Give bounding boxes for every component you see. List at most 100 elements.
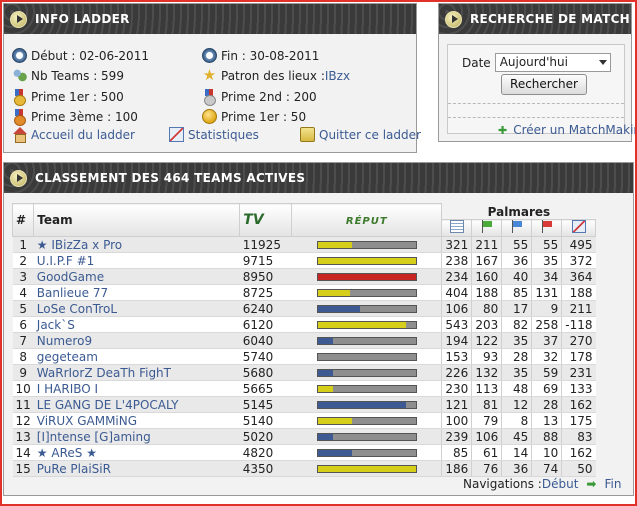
reputation-bar (316, 320, 417, 329)
nav-label: Navigations : (463, 477, 542, 491)
search-header: RECHERCHE DE MATCH (439, 4, 631, 34)
team-link[interactable]: PuRe PlaiSiR (37, 462, 111, 476)
star-icon: ★ (36, 237, 52, 252)
reputation-cell (291, 428, 442, 445)
palmares-cell: 364 (561, 268, 596, 285)
table-row[interactable]: 12 ViRUX GAMMiNG 5140 100 79 8 13 175 (12, 412, 596, 429)
reputation-bar (316, 384, 417, 393)
col-team[interactable]: Team (33, 203, 241, 237)
table-row[interactable]: 9 WaRrIorZ DeaTh FighT 5680 226 132 35 59 231 (12, 364, 596, 381)
col-tv[interactable]: TV (239, 203, 293, 237)
clock-icon (12, 48, 27, 63)
table-row[interactable]: 2 U.I.P.F #1 9715 238 167 36 35 372 (12, 252, 596, 269)
patron-link[interactable]: IBzx (325, 69, 350, 83)
team-link[interactable]: GoodGame (37, 270, 104, 284)
team-link[interactable]: ViRUX GAMMiNG (37, 414, 137, 428)
col-matches[interactable] (441, 219, 473, 237)
team-link[interactable]: IBizZa x Pro (51, 238, 122, 252)
table-row[interactable]: 5 LoSe ConTroL 6240 106 80 17 9 211 (12, 300, 596, 317)
medal-bronze-icon (12, 109, 27, 126)
team-cell[interactable]: LE GANG DE L'4POCALY (33, 396, 240, 413)
reputation-bar (316, 288, 417, 297)
table-row[interactable]: 6 Jack`S 6120 543 203 82 258 -118 (12, 316, 596, 333)
team-link[interactable]: U.I.P.F #1 (37, 254, 95, 268)
team-cell[interactable]: Numero9 (33, 332, 240, 349)
nav-fin-link[interactable]: Fin (604, 477, 621, 491)
tv-cell: 8950 (239, 268, 292, 285)
reputation-bar (316, 464, 417, 473)
table-row[interactable]: 8 gegeteam 5740 153 93 28 32 178 (12, 348, 596, 365)
reputation-fill (317, 241, 353, 248)
accueil-link[interactable]: Accueil du ladder (12, 127, 135, 143)
table-row[interactable]: 7 Numero9 6040 194 122 35 37 270 (12, 332, 596, 349)
table-row[interactable]: 1 ★ IBizZa x Pro 11925 321 211 55 55 495 (12, 236, 596, 253)
palmares-cell: 35 (531, 252, 562, 269)
table-row[interactable]: 4 Banlieue 77 8725 404 188 85 131 188 (12, 284, 596, 301)
table-row[interactable]: 15 PuRe PlaiSiR 4350 186 76 36 74 50 (12, 460, 596, 477)
team-cell[interactable]: PuRe PlaiSiR (33, 460, 240, 477)
divider (448, 117, 624, 118)
col-rank[interactable]: # (11, 203, 35, 237)
reputation-cell (291, 412, 442, 429)
team-link[interactable]: gegeteam (37, 350, 98, 364)
col-reputation[interactable]: RÉPUT (291, 203, 443, 237)
statistiques-link[interactable]: Statistiques (169, 127, 259, 142)
tv-cell: 9715 (239, 252, 292, 269)
team-cell[interactable]: ViRUX GAMMiNG (33, 412, 240, 429)
team-cell[interactable]: [I]ntense [G]aming (33, 428, 240, 445)
table-row[interactable]: 13 [I]ntense [G]aming 5020 239 106 45 88 83 (12, 428, 596, 445)
rank-cell: 6 (12, 316, 34, 333)
nav-debut-link[interactable]: Début (542, 477, 579, 491)
team-cell[interactable]: ★ IBizZa x Pro (33, 236, 240, 253)
rechercher-button[interactable]: Rechercher (501, 74, 587, 95)
table-row[interactable]: 14 ★ AReS ★ 4820 85 61 14 10 162 (12, 444, 596, 461)
team-cell[interactable]: ★ AReS ★ (33, 444, 240, 461)
team-link[interactable]: [I]ntense [G]aming (37, 430, 151, 444)
green-flag-icon (480, 220, 494, 233)
col-losses[interactable] (531, 219, 563, 237)
coin-icon (202, 109, 217, 124)
palmares-cell: 48 (501, 380, 532, 397)
team-cell[interactable]: I HARIBO I (33, 380, 240, 397)
team-cell[interactable]: gegeteam (33, 348, 240, 365)
team-link[interactable]: Numero9 (37, 334, 92, 348)
tv-cell: 5665 (239, 380, 292, 397)
team-link[interactable]: Jack`S (37, 318, 75, 332)
col-ratio[interactable] (561, 219, 597, 237)
team-cell[interactable]: WaRrIorZ DeaTh FighT (33, 364, 240, 381)
palmares-cell: 175 (561, 412, 596, 429)
reputation-fill (317, 321, 406, 328)
team-link[interactable]: AReS (51, 446, 82, 460)
team-cell[interactable]: LoSe ConTroL (33, 300, 240, 317)
team-cell[interactable]: Jack`S (33, 316, 240, 333)
palmares-cell: 230 (441, 380, 472, 397)
col-wins[interactable] (471, 219, 503, 237)
quitter-link[interactable]: Quitter ce ladder (300, 127, 421, 142)
team-link[interactable]: LoSe ConTroL (37, 302, 117, 316)
team-link[interactable]: I HARIBO I (37, 382, 98, 396)
palmares-cell: 40 (501, 268, 532, 285)
chevron-down-icon (598, 60, 607, 65)
team-cell[interactable]: Banlieue 77 (33, 284, 240, 301)
tv-cell: 5020 (239, 428, 292, 445)
table-row[interactable]: 10 I HARIBO I 5665 230 113 48 69 133 (12, 380, 596, 397)
date-select[interactable]: Aujourd'hui (494, 53, 611, 72)
team-link[interactable]: Banlieue 77 (37, 286, 108, 300)
team-cell[interactable]: U.I.P.F #1 (33, 252, 240, 269)
team-link[interactable]: WaRrIorZ DeaTh FighT (37, 366, 171, 380)
red-flag-icon (540, 220, 554, 233)
reputation-fill (317, 257, 416, 264)
rank-cell: 8 (12, 348, 34, 365)
create-matchmaking-link[interactable]: ✚ Créer un MatchMaking (498, 123, 637, 137)
palmares-cell: 61 (471, 444, 502, 461)
team-cell[interactable]: GoodGame (33, 268, 240, 285)
team-link[interactable]: LE GANG DE L'4POCALY (37, 398, 179, 412)
table-row[interactable]: 3 GoodGame 8950 234 160 40 34 364 (12, 268, 596, 285)
table-row[interactable]: 11 LE GANG DE L'4POCALY 5145 121 81 12 28 162 (12, 396, 596, 413)
reputation-cell (291, 252, 442, 269)
reputation-cell (291, 268, 442, 285)
palmares-cell: 36 (501, 252, 532, 269)
col-draws[interactable] (501, 219, 533, 237)
star-icon: ★ (202, 66, 217, 84)
palmares-cell: 74 (531, 460, 562, 477)
